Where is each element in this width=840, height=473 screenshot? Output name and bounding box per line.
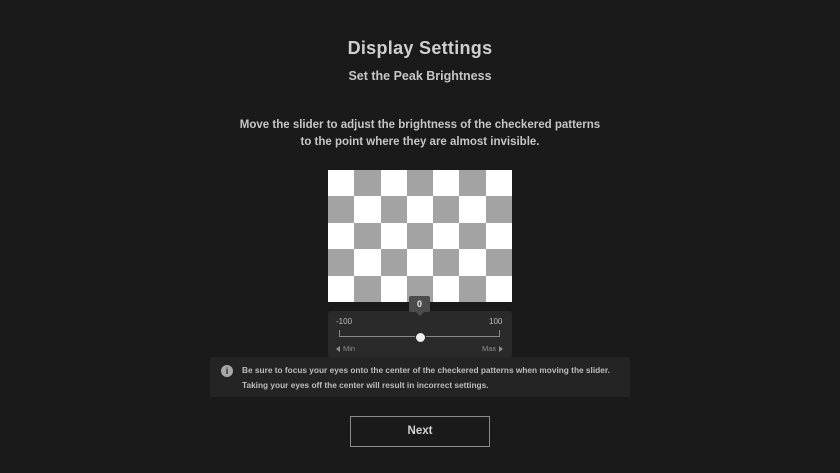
checker-cell	[459, 275, 486, 302]
max-caption-text: Max	[482, 344, 497, 353]
checker-cell	[380, 249, 407, 276]
checker-cell	[433, 275, 460, 302]
checker-cell	[433, 170, 460, 197]
checkered-pattern	[328, 170, 512, 302]
checker-cell	[485, 170, 512, 197]
instructions: Move the slider to adjust the brightness…	[0, 117, 840, 151]
checker-cell	[380, 222, 407, 250]
checker-cell	[459, 249, 486, 276]
checker-cell	[328, 170, 355, 197]
checker-cell	[380, 170, 407, 197]
checker-cell	[485, 249, 512, 276]
min-caption-text: Min	[343, 344, 356, 353]
checker-cell	[380, 275, 407, 302]
checker-cell	[433, 196, 460, 223]
checker-cell	[354, 170, 381, 197]
info-line-1: Be sure to focus your eyes onto the cent…	[242, 365, 610, 375]
slider-value-bubble: 0	[409, 296, 430, 316]
instructions-line-1: Move the slider to adjust the brightness…	[239, 119, 601, 131]
slider-tick-min	[339, 330, 340, 336]
checker-cell	[328, 275, 355, 302]
checker-cell	[406, 170, 434, 197]
checker-cell	[354, 275, 381, 302]
info-icon: i	[221, 365, 233, 377]
info-text: Be sure to focus your eyes onto the cent…	[242, 363, 627, 392]
checker-cell	[380, 196, 407, 223]
checker-cell	[354, 196, 381, 223]
arrow-right-icon	[499, 346, 504, 353]
slider-max-caption[interactable]: Max	[482, 344, 504, 353]
checker-cell	[433, 222, 460, 250]
slider-min-caption[interactable]: Min	[336, 344, 355, 353]
checker-cell	[459, 222, 486, 250]
info-line-2: Taking your eyes off the center will res…	[242, 379, 489, 390]
checker-cell	[485, 196, 512, 223]
checker-cell	[485, 222, 512, 250]
slider-tick-max	[499, 330, 500, 336]
checker-cell	[328, 222, 355, 250]
page-title: Display Settings	[347, 38, 493, 58]
display-settings-screen: Display Settings Set the Peak Brightness…	[0, 0, 840, 473]
checker-cell	[406, 249, 434, 276]
slider-thumb[interactable]	[415, 332, 426, 343]
arrow-left-icon	[336, 346, 340, 353]
checker-cell	[328, 196, 355, 223]
checker-cell	[406, 196, 434, 223]
checker-cell	[328, 249, 355, 276]
checker-cell	[459, 170, 486, 197]
checker-cell	[406, 222, 434, 250]
instructions-line-2: to the point where they are almost invis…	[300, 136, 540, 148]
page-subtitle: Set the Peak Brightness	[348, 69, 492, 83]
slider-min-value-label: -100	[336, 317, 353, 326]
checker-cell	[433, 249, 460, 276]
checker-cell	[485, 275, 512, 302]
checker-cell	[459, 196, 486, 223]
next-button[interactable]: Next	[350, 416, 490, 447]
checker-cell	[354, 249, 381, 276]
checker-cell	[354, 222, 381, 250]
slider-max-value-label: 100	[489, 317, 503, 326]
